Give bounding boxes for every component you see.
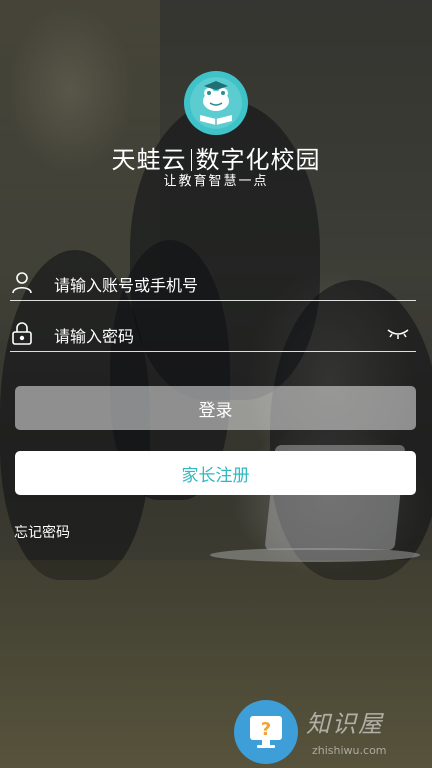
account-field[interactable]: 请输入账号或手机号 (10, 266, 416, 301)
login-screen: 天蛙云 数字化校园 让教育智慧一点 请输入账号或手机号 请输入密码 登录 家长注… (0, 0, 432, 768)
password-field[interactable]: 请输入密码 (10, 317, 416, 352)
app-slogan: 让教育智慧一点 (163, 174, 269, 189)
frog-logo-icon (184, 71, 248, 135)
login-button[interactable]: 登录 (15, 386, 416, 430)
parent-register-button[interactable]: 家长注册 (15, 451, 416, 495)
svg-text:?: ? (261, 719, 271, 740)
title-divider (190, 149, 192, 171)
forgot-password-link[interactable]: 忘记密码 (14, 522, 70, 542)
lock-icon (10, 321, 34, 345)
password-placeholder: 请输入密码 (54, 327, 135, 346)
watermark-text: 知识屋 (306, 710, 384, 738)
question-monitor-icon: ? (234, 700, 298, 764)
account-placeholder: 请输入账号或手机号 (54, 276, 199, 295)
user-icon (10, 270, 34, 294)
eye-closed-icon[interactable] (386, 324, 410, 342)
watermark-url: zhishiwu.com (312, 744, 387, 757)
